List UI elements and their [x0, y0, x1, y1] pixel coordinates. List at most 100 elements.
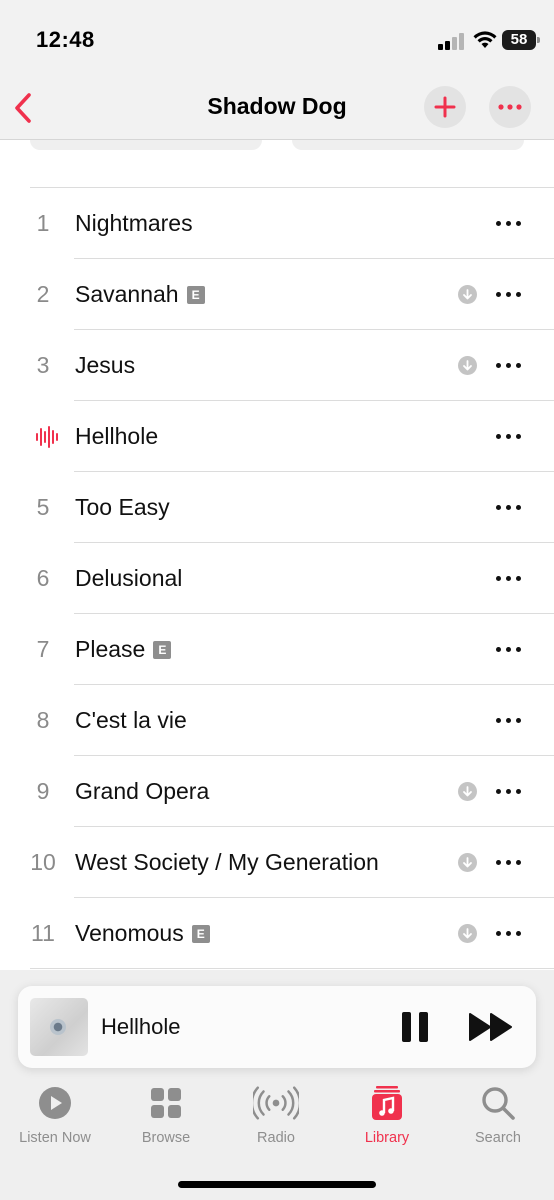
track-title: Please [75, 636, 146, 662]
download-arrow-icon[interactable] [458, 853, 477, 872]
tab-search[interactable]: Search [443, 1078, 553, 1154]
explicit-badge: E [191, 925, 210, 943]
track-more-button[interactable] [494, 922, 524, 944]
track-row[interactable]: Hellhole [0, 401, 554, 472]
track-number: 6 [36, 565, 50, 591]
track-row[interactable]: 11 Venomous E [0, 898, 554, 969]
track-row[interactable]: 6 Delusional [0, 543, 554, 614]
download-arrow-icon[interactable] [458, 782, 477, 801]
download-arrow-icon[interactable] [458, 924, 477, 943]
track-title: Delusional [75, 565, 183, 591]
track-title-container: Nightmares [75, 210, 193, 237]
track-title: Nightmares [75, 210, 193, 236]
track-title-container: Savannah E [75, 281, 205, 308]
track-more-button[interactable] [494, 354, 524, 376]
track-title-container: Please E [75, 636, 172, 663]
track-title-container: Delusional [75, 565, 182, 592]
tab-label: Listen Now [19, 1130, 91, 1146]
tab-listen-now[interactable]: Listen Now [0, 1078, 110, 1154]
track-more-button[interactable] [494, 780, 524, 802]
grid-icon [151, 1088, 181, 1118]
track-number: 5 [36, 494, 50, 520]
tab-label: Library [364, 1130, 410, 1146]
track-title: Hellhole [75, 423, 159, 449]
shuffle-button-partial[interactable] [292, 140, 524, 150]
now-playing-waveform-icon [36, 426, 58, 448]
tab-label: Browse [141, 1130, 191, 1146]
more-options-button[interactable] [489, 86, 531, 128]
magnifier-icon [482, 1087, 515, 1120]
track-number: 7 [36, 636, 50, 662]
page-title: Shadow Dog [207, 93, 347, 119]
track-title: Venomous [75, 920, 184, 946]
tab-browse[interactable]: Browse [111, 1078, 221, 1154]
track-title-container: Jesus [75, 352, 135, 379]
track-title-container: Grand Opera [75, 778, 209, 805]
track-list: 1 Nightmares 2 Savannah E 3 Jesus Hellhole 5 Too … [0, 188, 554, 969]
track-more-button[interactable] [494, 212, 524, 234]
tab-label: Radio [257, 1130, 295, 1146]
tab-bar: Listen Now Browse Radio Library Search [0, 1078, 554, 1158]
track-number: 8 [36, 707, 50, 733]
pause-icon [402, 1012, 411, 1042]
track-number: 2 [36, 281, 50, 307]
music-note-icon [372, 1086, 402, 1120]
home-indicator[interactable] [178, 1181, 376, 1188]
fast-forward-icon[interactable] [468, 1011, 514, 1043]
navigation-bar: Shadow Dog [0, 80, 554, 140]
track-number: 9 [36, 778, 50, 804]
radio-waves-icon [253, 1086, 299, 1120]
ellipsis-icon [498, 104, 522, 110]
play-button-partial[interactable] [30, 140, 262, 150]
scrolled-action-buttons [0, 140, 554, 152]
download-arrow-icon[interactable] [458, 356, 477, 375]
track-title-container: Too Easy [75, 494, 170, 521]
track-more-button[interactable] [494, 496, 524, 518]
track-title-container: C'est la vie [75, 707, 187, 734]
pause-button[interactable] [400, 1010, 430, 1044]
cellular-signal-icon [438, 32, 466, 50]
explicit-badge: E [186, 286, 205, 304]
battery-indicator: 58 [502, 30, 540, 50]
track-more-button[interactable] [494, 638, 524, 660]
track-title: C'est la vie [75, 707, 187, 733]
download-arrow-icon[interactable] [458, 285, 477, 304]
track-title-container: Venomous E [75, 920, 210, 947]
track-number: 10 [30, 849, 56, 875]
track-row[interactable]: 9 Grand Opera [0, 756, 554, 827]
track-title: Jesus [75, 352, 136, 378]
track-number: 3 [36, 352, 50, 378]
track-title: Grand Opera [75, 778, 210, 804]
track-number: 1 [36, 210, 50, 236]
track-title-container: West Society / My Generation [75, 849, 379, 876]
track-row[interactable]: 5 Too Easy [0, 472, 554, 543]
now-playing-title: Hellhole [101, 1014, 181, 1039]
tab-label: Search [475, 1130, 521, 1146]
explicit-badge: E [153, 641, 172, 659]
track-row[interactable]: 1 Nightmares [0, 188, 554, 259]
track-more-button[interactable] [494, 709, 524, 731]
plus-icon [434, 96, 456, 118]
pause-icon-bar [419, 1012, 428, 1042]
status-bar: 12:48 58 [0, 0, 554, 80]
track-title: West Society / My Generation [75, 849, 379, 875]
track-row[interactable]: 10 West Society / My Generation [0, 827, 554, 898]
track-title-container: Hellhole [75, 423, 158, 450]
tab-radio[interactable]: Radio [221, 1078, 331, 1154]
mini-player[interactable]: Hellhole [18, 986, 536, 1068]
track-more-button[interactable] [494, 425, 524, 447]
track-number: 11 [31, 920, 55, 946]
status-time: 12:48 [36, 27, 95, 52]
play-circle-icon [39, 1087, 71, 1119]
track-more-button[interactable] [494, 283, 524, 305]
album-artwork[interactable] [30, 998, 88, 1056]
wifi-icon [473, 31, 497, 48]
track-row[interactable]: 2 Savannah E [0, 259, 554, 330]
track-more-button[interactable] [494, 851, 524, 873]
add-button[interactable] [424, 86, 466, 128]
tab-library[interactable]: Library [332, 1078, 442, 1154]
track-more-button[interactable] [494, 567, 524, 589]
track-row[interactable]: 7 Please E [0, 614, 554, 685]
track-row[interactable]: 3 Jesus [0, 330, 554, 401]
track-row[interactable]: 8 C'est la vie [0, 685, 554, 756]
